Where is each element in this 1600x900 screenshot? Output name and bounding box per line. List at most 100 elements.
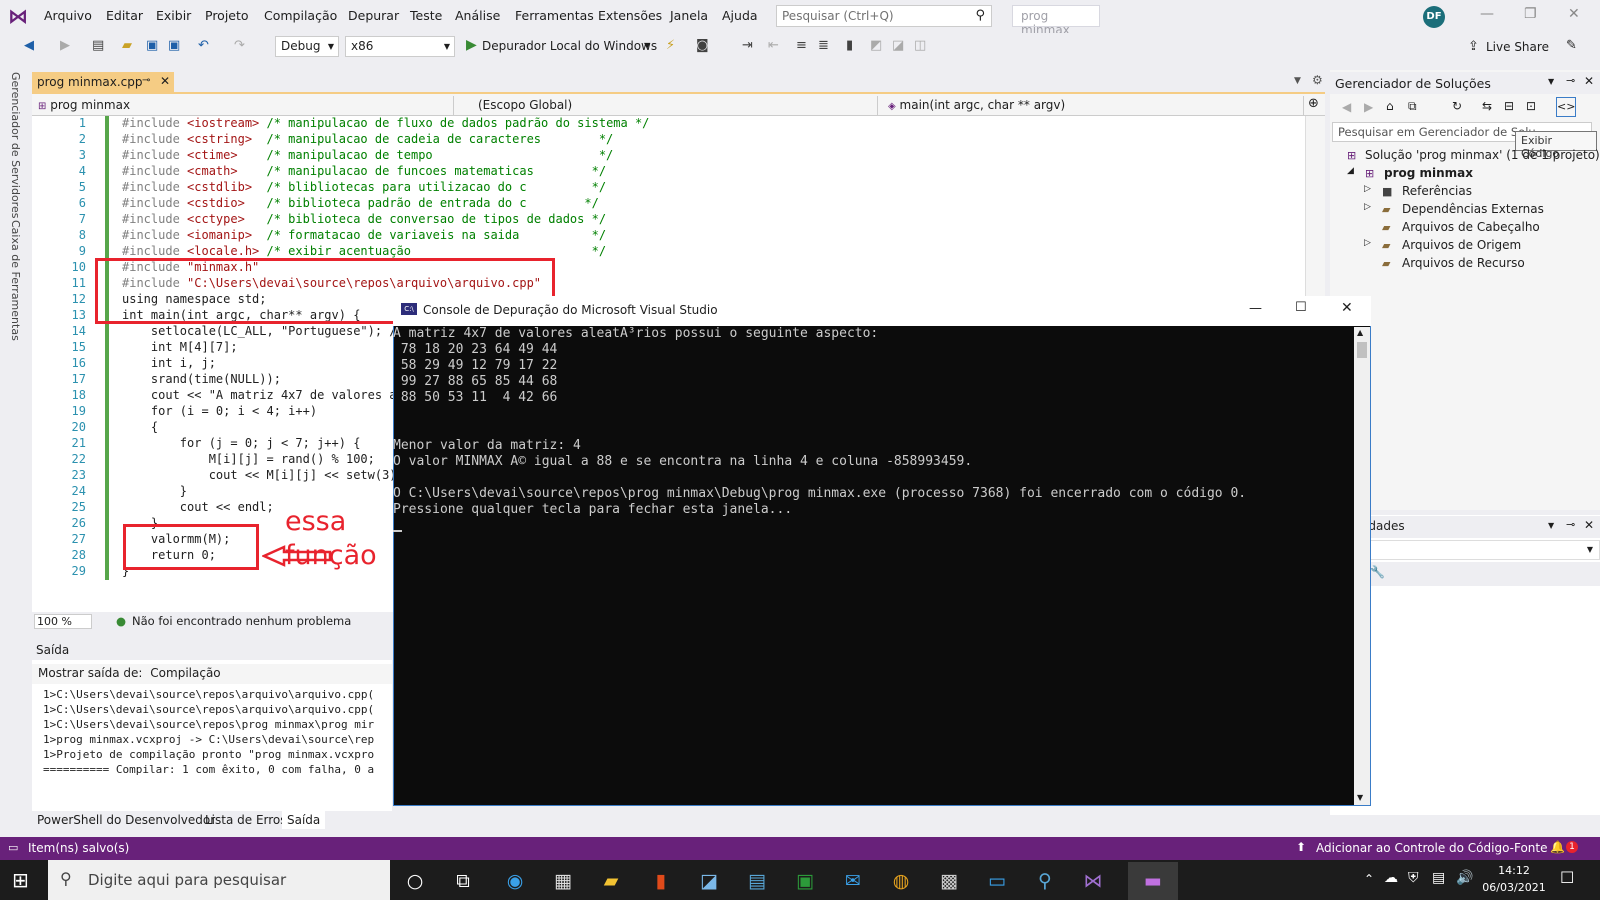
mail-icon[interactable]: ✉ xyxy=(838,870,868,892)
menu-compilacao[interactable]: Compilação xyxy=(264,8,337,23)
chevron-down-icon[interactable]: ▼ xyxy=(1548,521,1554,530)
menu-janela[interactable]: Janela xyxy=(670,8,708,23)
window-app-icon[interactable]: ▭ xyxy=(982,870,1012,892)
zoom-dropdown[interactable]: 100 % xyxy=(34,614,92,629)
menu-depurar[interactable]: Depurar xyxy=(348,8,399,23)
gear-icon[interactable]: ⚙ xyxy=(1312,73,1323,87)
task-view-icon[interactable]: ⧉ xyxy=(448,870,478,892)
close-icon[interactable]: ✕ xyxy=(1584,74,1594,88)
tab-powershell[interactable]: PowerShell do Desenvolvedor xyxy=(37,813,215,827)
security-icon[interactable]: ⛨ xyxy=(1408,870,1419,886)
config-dropdown[interactable]: Debug ▼ xyxy=(275,36,339,57)
code-line[interactable]: { xyxy=(122,420,158,434)
code-line[interactable]: int M[4][7]; xyxy=(122,340,238,354)
pin-icon[interactable]: ⊸ xyxy=(142,75,150,86)
tab-prog-minmax-cpp[interactable]: prog minmax.cpp ⊸ ✕ xyxy=(32,72,174,94)
file-explorer-icon[interactable]: ▰ xyxy=(596,870,626,892)
csharp-icon[interactable]: ▣ xyxy=(790,870,820,892)
sync-icon[interactable]: ⇆ xyxy=(1482,99,1492,113)
cortana-icon[interactable]: ○ xyxy=(400,870,430,892)
tree-item-resource-files[interactable]: Arquivos de Recurso xyxy=(1402,256,1525,270)
code-line[interactable]: #include <cstdlib> /* blibliotecas para … xyxy=(122,180,606,194)
close-icon[interactable]: ✕ xyxy=(1584,518,1594,532)
code-line[interactable]: M[i][j] = rand() % 100; xyxy=(122,452,375,466)
undo-icon[interactable]: ↶ xyxy=(198,38,209,53)
collapsed-triangle-icon[interactable]: ▷ xyxy=(1364,202,1371,212)
code-line[interactable]: cout << "A matriz 4x7 de valores al xyxy=(122,388,404,402)
collapse-icon[interactable]: ⊟ xyxy=(1504,99,1514,113)
nav-scope-dropdown[interactable]: (Escopo Global) xyxy=(458,96,878,115)
chevron-down-icon[interactable]: ▼ xyxy=(1294,76,1301,86)
code-line[interactable]: #include <iostream> /* manipulacao de fl… xyxy=(122,116,649,130)
tab-server-explorer[interactable]: Gerenciador de Servidores xyxy=(9,72,22,218)
avatar[interactable]: DF xyxy=(1423,6,1445,28)
bell-icon[interactable]: 🔔 xyxy=(1550,840,1565,854)
close-icon[interactable]: ✕ xyxy=(1341,300,1353,316)
code-line[interactable]: cout << endl; xyxy=(122,500,274,514)
menu-extensoes[interactable]: Extensões xyxy=(598,8,662,23)
feedback-icon[interactable]: ✎ xyxy=(1566,38,1577,53)
clock-time[interactable]: 14:12 xyxy=(1484,864,1544,877)
code-line[interactable]: setlocale(LC_ALL, "Portuguese"); / xyxy=(122,324,397,338)
code-line[interactable]: #include <locale.h> /* exibir acentuação… xyxy=(122,244,606,258)
search-app-icon[interactable]: ⚲ xyxy=(1030,870,1060,892)
scroll-thumb[interactable] xyxy=(1357,342,1367,358)
live-share-button[interactable]: Live Share xyxy=(1486,40,1549,54)
chevron-down-icon[interactable]: ▼ xyxy=(1548,77,1554,86)
nav-member-dropdown[interactable]: ◈ main(int argc, char ** argv) xyxy=(884,96,1304,115)
expanded-triangle-icon[interactable]: ◢ xyxy=(1347,166,1354,176)
redo-icon[interactable]: ↷ xyxy=(234,38,245,53)
volume-icon[interactable]: 🔊 xyxy=(1456,870,1473,886)
edge-icon[interactable]: ◉ xyxy=(500,870,530,892)
tree-item-external-deps[interactable]: Dependências Externas xyxy=(1402,202,1544,216)
calculator-icon[interactable]: ▤ xyxy=(742,870,772,892)
scroll-up-icon[interactable]: ▲ xyxy=(1357,328,1363,337)
collapsed-triangle-icon[interactable]: ▷ xyxy=(1364,184,1371,194)
close-tab-icon[interactable]: ✕ xyxy=(160,74,170,88)
hot-reload-icon[interactable]: ⚡ xyxy=(666,38,675,53)
menu-projeto[interactable]: Projeto xyxy=(205,8,249,23)
code-line[interactable]: #include <cctype> /* biblioteca de conve… xyxy=(122,212,606,226)
pin-icon[interactable]: ⊸ xyxy=(1566,74,1575,87)
cloud-icon[interactable]: ☁ xyxy=(1384,870,1398,886)
tree-item-header-files[interactable]: Arquivos de Cabeçalho xyxy=(1402,220,1540,234)
notification-center-icon[interactable]: ☐ xyxy=(1560,868,1574,887)
clock-date[interactable]: 06/03/2021 xyxy=(1482,881,1546,894)
code-line[interactable]: } xyxy=(122,484,187,498)
code-line[interactable]: #include <cmath> /* manipulacao de funco… xyxy=(122,164,606,178)
tab-error-list[interactable]: Lista de Erros xyxy=(205,813,287,827)
back-icon[interactable]: ◀ xyxy=(1342,100,1351,114)
notepad-icon[interactable]: ◪ xyxy=(694,870,724,892)
code-line[interactable]: for (j = 0; j < 7; j++) { xyxy=(122,436,361,450)
switch-views-icon[interactable]: ⧉ xyxy=(1408,99,1417,114)
play-icon[interactable]: ▶ xyxy=(466,37,477,53)
visual-studio-logo-icon[interactable]: ⋈ xyxy=(8,6,32,26)
close-icon[interactable]: ✕ xyxy=(1568,6,1580,22)
history-icon[interactable]: ↻ xyxy=(1452,99,1462,113)
search-input[interactable]: Pesquisar (Ctrl+Q) ⚲ xyxy=(776,5,992,27)
uncomment-icon[interactable]: ≣ xyxy=(818,38,829,53)
tree-item-references[interactable]: Referências xyxy=(1402,184,1472,198)
view-code-icon[interactable]: <> xyxy=(1556,97,1576,117)
minimize-icon[interactable]: — xyxy=(1480,6,1494,22)
wrench-icon[interactable]: 🔧 xyxy=(1370,565,1385,579)
forward-icon[interactable]: ▶ xyxy=(1364,100,1373,114)
code-line[interactable]: #include <cstdio> /* biblioteca padrão d… xyxy=(122,196,599,210)
office-icon[interactable]: ▮ xyxy=(646,870,676,892)
code-line[interactable]: #include <ctime> /* manipulacao de tempo… xyxy=(122,148,613,162)
tab-output[interactable]: Saída xyxy=(282,811,326,829)
save-all-icon[interactable]: ▣ xyxy=(168,38,180,53)
maximize-icon[interactable]: ❐ xyxy=(1524,6,1537,22)
bookmark-icon[interactable]: ▮ xyxy=(846,38,853,53)
live-share-icon[interactable]: ⇪ xyxy=(1468,39,1479,54)
code-line[interactable]: cout << M[i][j] << setw(3); xyxy=(122,468,404,482)
bookmark-clear-icon[interactable]: ◫ xyxy=(914,38,926,53)
home-icon[interactable]: ⌂ xyxy=(1386,99,1394,113)
forward-icon[interactable]: ▶ xyxy=(60,38,70,53)
code-line[interactable]: #include <iomanip> /* formatacao de vari… xyxy=(122,228,606,242)
bookmark-next-icon[interactable]: ◪ xyxy=(892,38,904,53)
menu-ajuda[interactable]: Ajuda xyxy=(722,8,758,23)
step-out-icon[interactable]: ⇤ xyxy=(768,38,779,53)
chrome-icon[interactable]: ◍ xyxy=(886,870,916,892)
new-project-icon[interactable]: ▤ xyxy=(92,38,104,53)
